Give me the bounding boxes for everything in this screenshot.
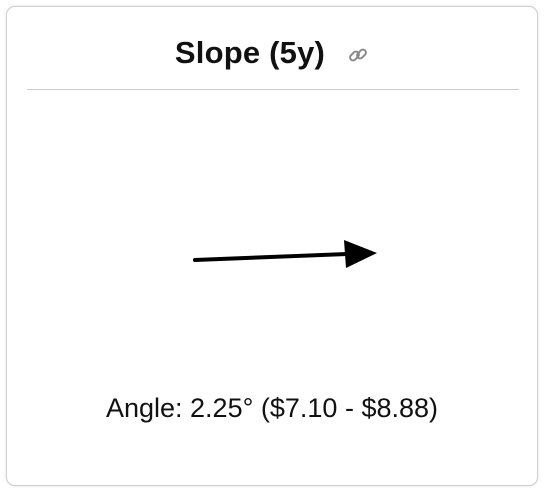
- widget-header: Slope (5y): [7, 33, 537, 73]
- angle-readout: Angle: 2.25° ($7.10 - $8.88): [105, 393, 438, 423]
- slope-widget-card: Slope (5y) Angle: 2.25° ($7.10 - $8.88): [6, 6, 538, 486]
- header-divider: [27, 89, 519, 90]
- slope-arrow: [193, 240, 377, 268]
- widget-title: Slope (5y): [174, 35, 326, 70]
- link-icon[interactable]: [347, 44, 369, 66]
